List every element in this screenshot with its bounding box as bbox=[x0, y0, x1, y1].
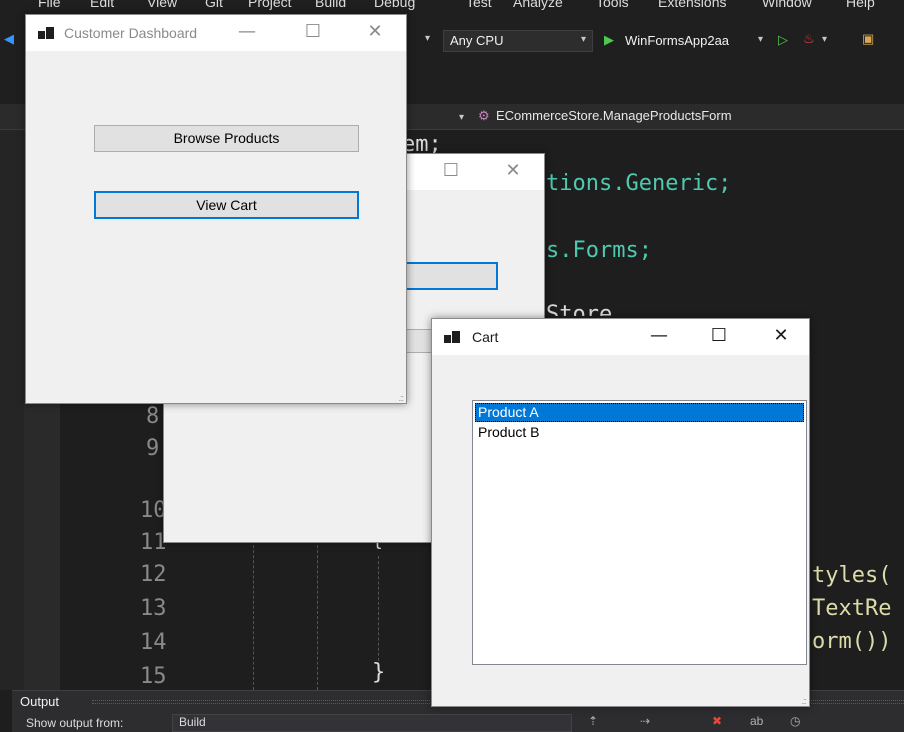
menu-view[interactable]: View bbox=[147, 0, 177, 10]
show-output-from-label: Show output from: bbox=[26, 716, 124, 730]
menu-help[interactable]: Help bbox=[846, 0, 875, 10]
code-line: tyles( bbox=[812, 563, 892, 588]
folder-icon[interactable]: ▣ bbox=[862, 31, 874, 47]
form-app-icon bbox=[444, 331, 460, 343]
code-line: s.Forms; bbox=[546, 238, 652, 263]
start-without-debug-icon[interactable]: ▷ bbox=[778, 32, 788, 48]
start-debug-icon[interactable]: ▶ bbox=[604, 32, 614, 48]
hot-reload-chevron-icon[interactable]: ▾ bbox=[822, 34, 827, 45]
run-target-chevron-icon[interactable]: ▾ bbox=[758, 34, 763, 45]
indent-guide bbox=[317, 540, 318, 690]
output-source-select[interactable]: Build bbox=[172, 714, 572, 732]
customer-dashboard-titlebar[interactable]: Customer Dashboard — ☐ ✕ bbox=[26, 15, 406, 51]
close-icon[interactable]: ✕ bbox=[766, 325, 796, 349]
platform-select[interactable]: Any CPU ▾ bbox=[443, 30, 593, 52]
word-wrap-icon[interactable]: ab bbox=[750, 714, 763, 728]
close-brace: } bbox=[372, 660, 386, 685]
menu-debug[interactable]: Debug bbox=[374, 0, 415, 10]
window-title: Cart bbox=[472, 329, 499, 345]
chevron-down-icon: ▾ bbox=[580, 34, 586, 45]
menu-build[interactable]: Build bbox=[315, 0, 346, 10]
browse-products-button[interactable]: Browse Products bbox=[94, 125, 359, 152]
member-dropdown-arrow-icon[interactable]: ▾ bbox=[459, 112, 464, 123]
menu-edit[interactable]: Edit bbox=[90, 0, 114, 10]
menu-file[interactable]: File bbox=[38, 0, 61, 10]
cart-window[interactable]: Cart — ☐ ✕ Product A Product B .:: bbox=[431, 318, 810, 707]
output-panel-title[interactable]: Output bbox=[20, 694, 59, 709]
menu-tools[interactable]: Tools bbox=[596, 0, 629, 10]
line-number: 12 bbox=[140, 562, 167, 587]
line-number: 8 bbox=[146, 404, 160, 429]
menu-extensions[interactable]: Extensions bbox=[658, 0, 726, 10]
indent-guide bbox=[378, 556, 379, 666]
line-number: 13 bbox=[140, 596, 167, 621]
clear-all-icon[interactable]: ✖ bbox=[712, 714, 722, 728]
form-app-icon bbox=[38, 27, 54, 39]
ide-left-gutter bbox=[0, 130, 24, 690]
close-icon[interactable]: ✕ bbox=[498, 160, 528, 184]
run-target-label[interactable]: WinFormsApp2aa bbox=[625, 33, 729, 48]
window-title: Customer Dashboard bbox=[64, 25, 198, 41]
customer-dashboard-window[interactable]: Customer Dashboard — ☐ ✕ Browse Products… bbox=[25, 14, 407, 404]
class-icon: ⚙ bbox=[478, 108, 490, 123]
find-next-icon[interactable]: ⇢ bbox=[640, 714, 650, 728]
menu-project[interactable]: Project bbox=[248, 0, 292, 10]
code-line: tions.Generic; bbox=[546, 171, 732, 196]
hot-reload-icon[interactable]: ♨ bbox=[803, 31, 815, 47]
resize-grip-icon[interactable]: .:: bbox=[801, 697, 806, 706]
list-item[interactable]: Product B bbox=[475, 423, 804, 442]
maximize-icon[interactable]: ☐ bbox=[436, 160, 466, 184]
line-number: 9 bbox=[146, 436, 160, 461]
code-line: TextRe bbox=[812, 596, 892, 621]
find-previous-icon[interactable]: ⇡ bbox=[588, 714, 598, 728]
menu-test[interactable]: Test bbox=[466, 0, 492, 10]
cart-titlebar[interactable]: Cart — ☐ ✕ bbox=[432, 319, 809, 355]
indent-guide bbox=[253, 540, 254, 690]
minimize-icon[interactable]: — bbox=[232, 21, 262, 45]
class-path-label[interactable]: ECommerceStore.ManageProductsForm bbox=[496, 108, 732, 123]
list-item[interactable]: Product A bbox=[475, 403, 804, 422]
menu-git[interactable]: Git bbox=[205, 0, 223, 10]
menu-analyze[interactable]: Analyze bbox=[513, 0, 563, 10]
platform-select-value: Any CPU bbox=[450, 33, 504, 48]
config-dropdown-arrow[interactable]: ▾ bbox=[410, 30, 436, 52]
line-number: 14 bbox=[140, 630, 167, 655]
menu-window[interactable]: Window bbox=[762, 0, 812, 10]
output-toolbar: Show output from: Build ⇡ ⇢ ✖ ab ◷ bbox=[12, 712, 904, 732]
maximize-icon[interactable]: ☐ bbox=[298, 21, 328, 45]
minimize-icon[interactable]: — bbox=[644, 325, 674, 349]
resize-grip-icon[interactable]: .:: bbox=[398, 394, 403, 403]
code-line: Store bbox=[546, 302, 613, 316]
output-source-value: Build bbox=[179, 715, 206, 729]
maximize-icon[interactable]: ☐ bbox=[704, 325, 734, 349]
line-number: 15 bbox=[140, 664, 167, 689]
view-cart-button[interactable]: View Cart bbox=[94, 191, 359, 219]
code-line: orm()) bbox=[812, 629, 892, 654]
cart-items-listbox[interactable]: Product A Product B bbox=[472, 400, 807, 665]
close-icon[interactable]: ✕ bbox=[360, 21, 390, 45]
back-icon[interactable]: ◀ bbox=[4, 31, 14, 47]
clock-icon[interactable]: ◷ bbox=[790, 714, 800, 728]
